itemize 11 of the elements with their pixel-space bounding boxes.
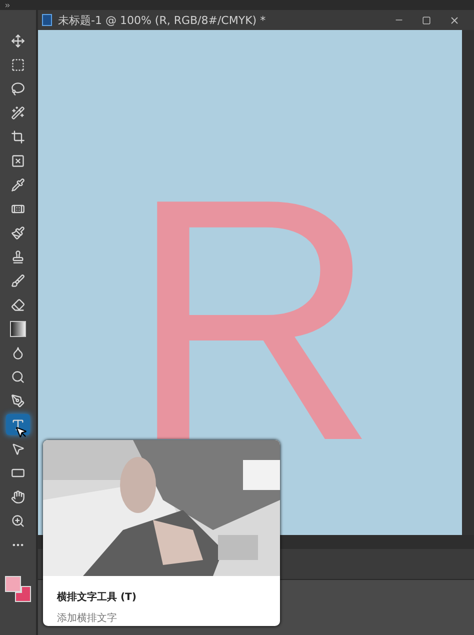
- canvas-text: R: [128, 148, 378, 493]
- collapse-icon[interactable]: [4, 2, 11, 8]
- window-title: 未标题-1 @ 100% (R, RGB/8#/CMYK) *: [58, 12, 267, 28]
- tooltip-description: 添加横排文字: [57, 612, 118, 625]
- tooltip-title: 横排文字工具 (T): [57, 590, 138, 604]
- cursor-icon: [15, 426, 28, 439]
- app-icon: [42, 14, 52, 26]
- maximize-icon[interactable]: [422, 16, 431, 24]
- foreground-swatch[interactable]: [5, 576, 21, 592]
- close-icon[interactable]: [449, 14, 460, 26]
- text-icon[interactable]: [6, 414, 30, 435]
